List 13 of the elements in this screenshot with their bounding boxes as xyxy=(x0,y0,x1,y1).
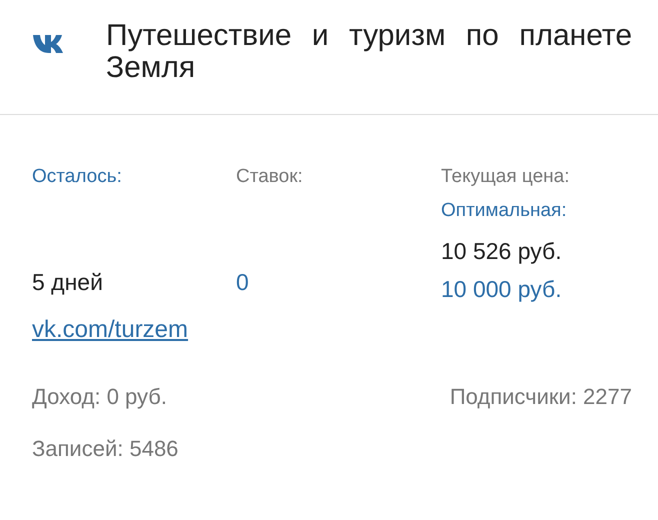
income-text: Доход: 0 руб. xyxy=(32,384,167,410)
current-price-value: 10 526 руб. xyxy=(441,237,563,266)
bids-value: 0 xyxy=(236,268,250,297)
optimal-price-value: 10 000 руб. xyxy=(441,275,563,304)
subscribers-text: Подписчики: 2277 xyxy=(450,384,632,410)
bids-label: Ставок: xyxy=(236,165,304,189)
remaining-value: 5 дней xyxy=(32,268,104,297)
remaining-label: Осталось: xyxy=(32,165,123,189)
group-title: Путешествие и туризм по планете Земля xyxy=(106,20,632,84)
group-link[interactable]: vk.com/turzem xyxy=(32,316,188,344)
posts-text: Записей: 5486 xyxy=(32,436,180,462)
current-price-label: Текущая цена: xyxy=(441,165,570,189)
optimal-price-label: Оптимальная: xyxy=(441,199,568,223)
